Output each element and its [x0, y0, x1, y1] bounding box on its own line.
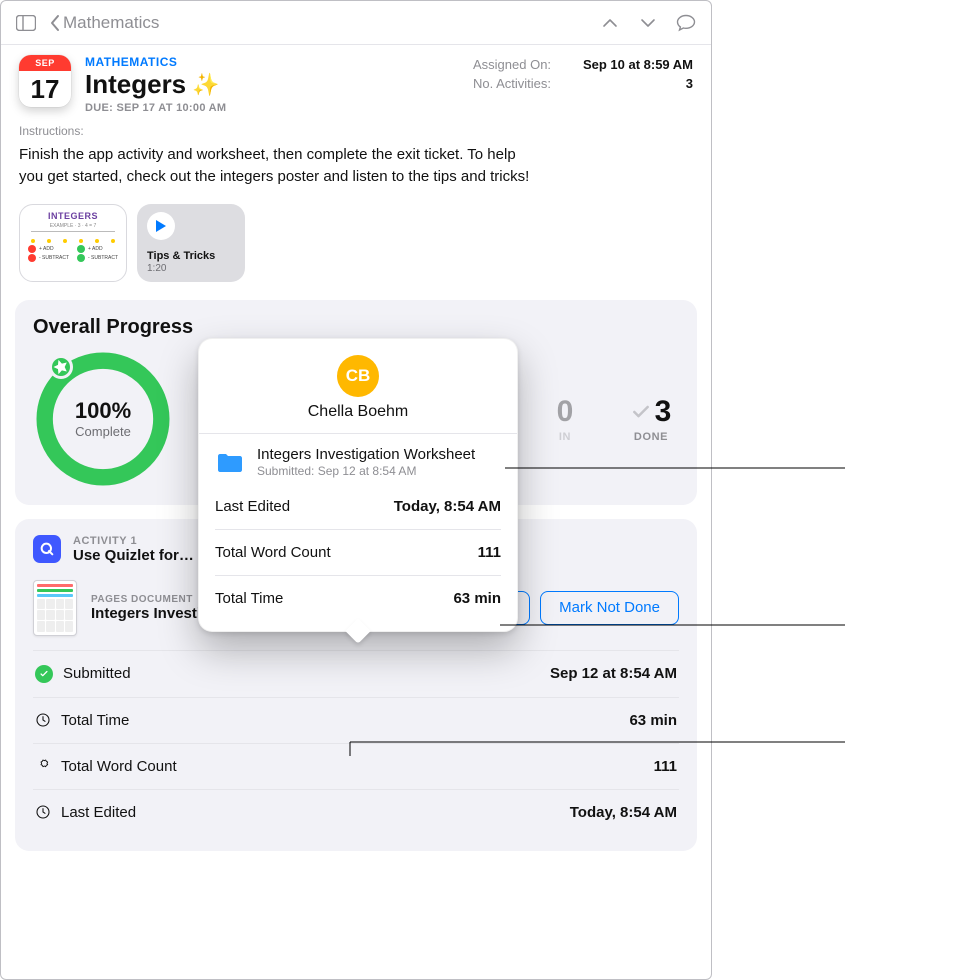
assigned-on-label: Assigned On:: [473, 57, 551, 72]
mark-not-done-button[interactable]: Mark Not Done: [540, 591, 679, 625]
chevron-left-icon: [49, 14, 61, 32]
popover-document[interactable]: Integers Investigation Worksheet Submitt…: [199, 434, 517, 484]
assignment-meta: Assigned On: Sep 10 at 8:59 AM No. Activ…: [473, 55, 693, 93]
popover-caret-icon: [349, 622, 367, 640]
activities-label: No. Activities:: [473, 76, 551, 91]
popover-doc-sub: Submitted: Sep 12 at 8:54 AM: [257, 464, 475, 478]
toolbar: Mathematics: [1, 1, 711, 45]
instructions-text: Finish the app activity and worksheet, t…: [19, 144, 539, 188]
detail-last-edited: Last Edited Today, 8:54 AM: [33, 790, 679, 835]
popover-word-count: Total Word Count 111: [215, 529, 501, 575]
stat-in-progress: 0 IN: [537, 395, 593, 443]
attachment-poster[interactable]: INTEGERS EXAMPLE · 3 · 4 = 7 + ADD - SUB…: [19, 204, 127, 282]
back-label: Mathematics: [63, 13, 159, 33]
popover-doc-title: Integers Investigation Worksheet: [257, 446, 475, 463]
back-button[interactable]: Mathematics: [49, 13, 159, 33]
popover-last-edited: Last Edited Today, 8:54 AM: [215, 484, 501, 529]
audio-duration: 1:20: [147, 263, 235, 274]
comment-icon[interactable]: [671, 8, 701, 38]
stat-done: 3 DONE: [623, 395, 679, 443]
popover-total-time: Total Time 63 min: [215, 575, 501, 621]
quizlet-icon: [33, 535, 61, 563]
clock-icon: [35, 712, 51, 728]
assigned-on-value: Sep 10 at 8:59 AM: [583, 57, 693, 72]
app-window: Mathematics SEP 17 MATHEMATICS Integers …: [0, 0, 712, 980]
progress-ring: 100% Complete: [33, 349, 173, 489]
detail-submitted: Submitted Sep 12 at 8:54 AM: [33, 651, 679, 698]
due-label: DUE: SEP 17 AT 10:00 AM: [85, 102, 459, 114]
detail-total-time: Total Time 63 min: [33, 698, 679, 744]
play-icon[interactable]: [147, 212, 175, 240]
next-icon[interactable]: [633, 8, 663, 38]
document-details: Submitted Sep 12 at 8:54 AM Total Time 6…: [33, 650, 679, 835]
calendar-icon: SEP 17: [19, 55, 71, 107]
poster-title: INTEGERS: [48, 211, 98, 221]
attachment-audio[interactable]: Tips & Tricks 1:20: [137, 204, 245, 282]
activity-title: Use Quizlet for…: [73, 547, 194, 564]
activities-value: 3: [686, 76, 693, 91]
progress-percent-label: Complete: [75, 424, 131, 439]
assignment-header: SEP 17 MATHEMATICS Integers ✨ DUE: SEP 1…: [1, 45, 711, 118]
student-progress-popover: CB Chella Boehm Integers Investigation W…: [198, 338, 518, 632]
instructions: Instructions: Finish the app activity an…: [1, 118, 711, 190]
instructions-label: Instructions:: [19, 124, 693, 138]
check-circle-icon: [35, 665, 53, 683]
sidebar-toggle-icon[interactable]: [11, 8, 41, 38]
document-thumbnail-icon: [33, 580, 77, 636]
calendar-day: 17: [31, 71, 60, 107]
badge-icon: [35, 758, 51, 774]
clock-icon: [35, 804, 51, 820]
prev-icon[interactable]: [595, 8, 625, 38]
activity-eyebrow: ACTIVITY 1: [73, 535, 194, 547]
student-name: Chella Boehm: [308, 403, 409, 421]
audio-title: Tips & Tricks: [147, 250, 235, 262]
subject-label: MATHEMATICS: [85, 55, 459, 69]
assignment-title: Integers: [85, 69, 186, 100]
progress-percent: 100%: [75, 398, 131, 424]
files-icon: [215, 447, 245, 477]
sparkle-icon: ✨: [192, 74, 219, 96]
detail-word-count: Total Word Count 111: [33, 744, 679, 790]
student-avatar: CB: [337, 355, 379, 397]
calendar-month: SEP: [19, 55, 71, 71]
attachments-row: INTEGERS EXAMPLE · 3 · 4 = 7 + ADD - SUB…: [1, 190, 711, 300]
check-icon: [631, 402, 651, 422]
progress-heading: Overall Progress: [33, 316, 679, 339]
